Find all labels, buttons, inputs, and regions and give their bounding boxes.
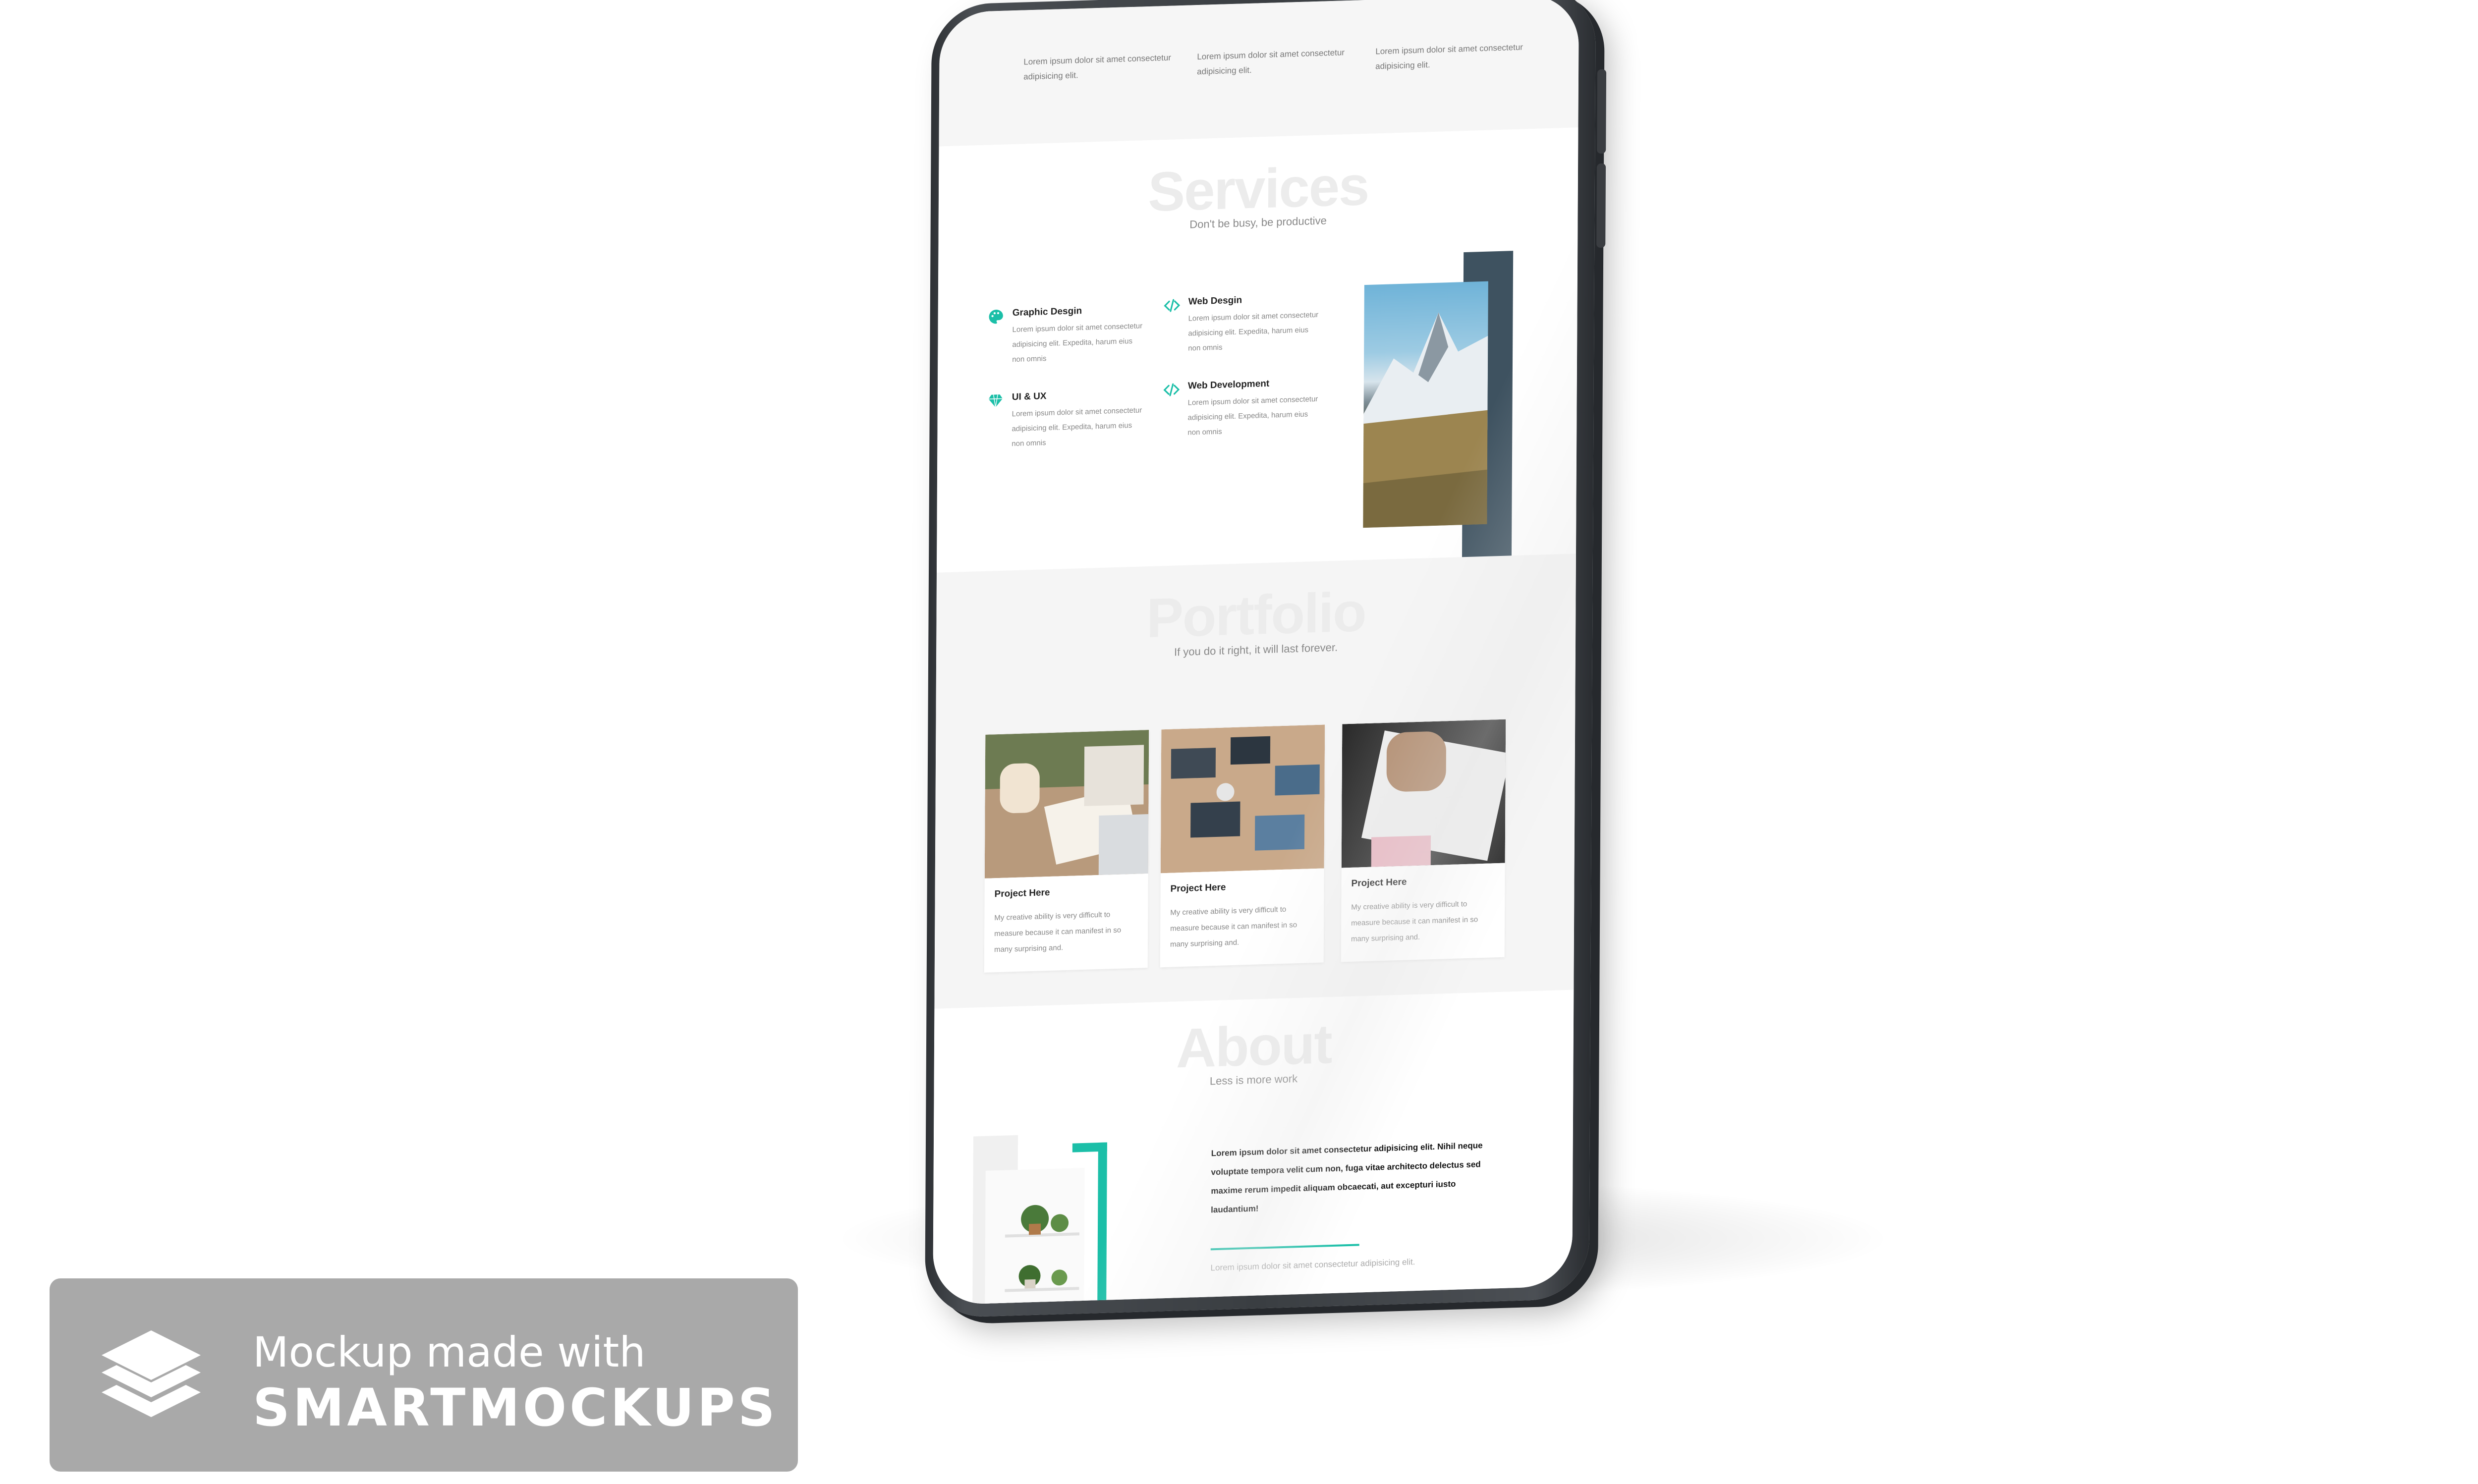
service-item-web-development[interactable]: Web Development Lorem ipsum dolor sit am… [1163,377,1327,437]
portfolio-text: My creative ability is very difficult to… [1170,905,1297,949]
code-icon [1164,299,1181,312]
service-item-ui-ux[interactable]: UI & UX Lorem ipsum dolor sit amet conse… [987,388,1151,448]
service-text: Lorem ipsum dolor sit amet consectetur a… [1012,406,1142,448]
service-text: Lorem ipsum dolor sit amet consectetur a… [1187,394,1318,437]
service-text: Lorem ipsum dolor sit amet consectetur a… [1188,310,1319,353]
portfolio-title: Project Here [994,887,1050,900]
portfolio-card[interactable]: Project Here My creative ability is very… [1160,724,1325,968]
smartmockups-watermark: Mockup made with SMARTMOCKUPS [50,1278,798,1472]
portfolio-text: My creative ability is very difficult to… [994,910,1122,954]
code-icon [1163,383,1180,396]
portfolio-image-writing [1341,719,1506,868]
service-item-graphic-design[interactable]: Graphic Desgin Lorem ipsum dolor sit ame… [988,304,1151,364]
service-title: UI & UX [1012,391,1047,403]
mountain-image [1363,281,1488,528]
volume-up-button [1597,69,1607,154]
services-image-block [1363,251,1523,563]
portfolio-image-team [1160,724,1325,874]
feature-text: Lorem ipsum dolor sit amet consectetur a… [1375,42,1523,71]
portfolio-title: Project Here [1170,882,1226,894]
portfolio-text: My creative ability is very difficult to… [1351,899,1478,943]
portfolio-title: Project Here [1351,877,1407,889]
watermark-line1: Mockup made with [253,1328,646,1376]
tablet-device: Lorem ipsum dolor sit amet consectetur a… [925,0,1607,1319]
about-accent-frame [1071,1142,1107,1305]
service-title: Web Desgin [1188,295,1242,307]
volume-down-button [1596,163,1606,248]
about-text: Lorem ipsum dolor sit amet consectetur a… [1211,1141,1483,1215]
about-bottom-text: Lorem ipsum dolor sit amet consectetur a… [1210,1257,1415,1273]
portfolio-card[interactable]: Project Here My creative ability is very… [1341,719,1506,962]
service-item-web-design[interactable]: Web Desgin Lorem ipsum dolor sit amet co… [1164,292,1327,353]
services-section: Services Don't be busy, be productive Gr… [936,127,1578,573]
portfolio-image-desk [984,730,1149,879]
service-title: Web Development [1187,378,1270,391]
about-image-block [972,1132,1112,1305]
portfolio-section: Portfolio If you do it right, it will la… [934,553,1576,1009]
plant-shelf-image [984,1167,1085,1305]
service-title: Graphic Desgin [1012,306,1082,319]
tablet-screen[interactable]: Lorem ipsum dolor sit amet consectetur a… [933,0,1579,1305]
diamond-icon [988,394,1003,408]
palette-icon [989,309,1003,324]
feature-text: Lorem ipsum dolor sit amet consectetur a… [1197,48,1345,77]
portfolio-card[interactable]: Project Here My creative ability is very… [984,730,1149,973]
watermark-brand: SMARTMOCKUPS [253,1377,778,1438]
about-divider [1210,1244,1359,1251]
layers-logo-icon [102,1330,201,1417]
feature-text: Lorem ipsum dolor sit amet consectetur a… [1023,53,1172,82]
features-section: Lorem ipsum dolor sit amet consectetur a… [939,0,1579,147]
about-section: About Less is more work Lorem ipsum dolo… [933,989,1574,1305]
service-text: Lorem ipsum dolor sit amet consectetur a… [1012,322,1143,364]
